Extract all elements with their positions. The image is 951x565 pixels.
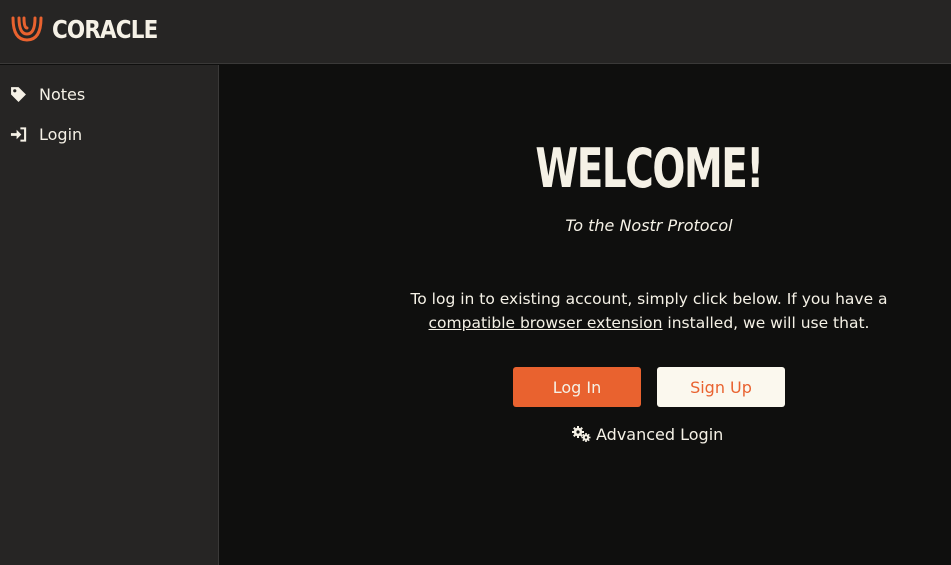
coracle-logo-icon <box>11 16 43 42</box>
sidebar-item-label: Login <box>39 124 83 144</box>
sidebar: Notes Login <box>0 65 219 565</box>
intro-text: To log in to existing account, simply cl… <box>410 290 888 308</box>
app-logo[interactable]: CORACLE <box>10 13 175 45</box>
sidebar-item-login[interactable]: Login <box>10 121 82 147</box>
page-subtitle: To the Nostr Protocol <box>565 216 733 235</box>
log-in-button[interactable]: Log In <box>513 367 641 407</box>
page-title: WELCOME! <box>535 137 764 200</box>
advanced-login-label: Advanced Login <box>596 424 724 444</box>
login-instructions: To log in to existing account, simply cl… <box>395 287 903 335</box>
sign-in-icon <box>10 126 27 142</box>
advanced-login-link[interactable]: Advanced Login <box>571 423 723 445</box>
gears-icon <box>572 426 591 442</box>
sidebar-item-notes[interactable]: Notes <box>10 81 85 107</box>
app-name: CORACLE <box>52 14 158 44</box>
top-bar: CORACLE <box>0 0 951 64</box>
main-content: WELCOME! To the Nostr Protocol To log in… <box>220 65 951 565</box>
intro-text-end: installed, we will use that. <box>662 314 870 332</box>
sidebar-item-label: Notes <box>39 84 86 104</box>
browser-extension-link[interactable]: compatible browser extension <box>429 314 663 332</box>
sign-up-button[interactable]: Sign Up <box>657 367 785 407</box>
tag-icon <box>11 86 26 102</box>
